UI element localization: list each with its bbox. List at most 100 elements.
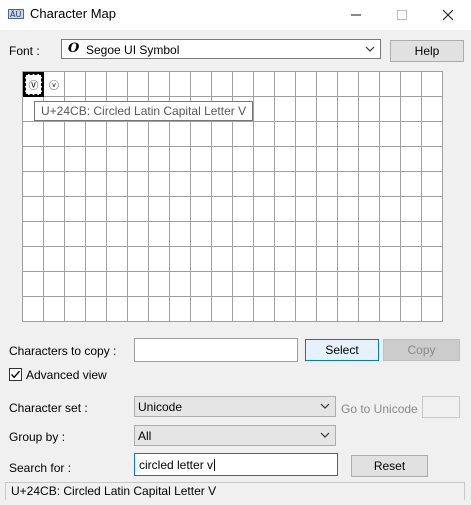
- character-cell[interactable]: [170, 247, 191, 272]
- character-cell[interactable]: [359, 172, 380, 197]
- character-cell[interactable]: [359, 272, 380, 297]
- character-cell[interactable]: [212, 147, 233, 172]
- search-input[interactable]: circled letter v: [134, 453, 338, 476]
- character-cell[interactable]: [44, 222, 65, 247]
- character-cell[interactable]: [170, 297, 191, 322]
- character-cell[interactable]: [23, 122, 44, 147]
- font-dropdown[interactable]: O Segoe UI Symbol: [61, 39, 381, 59]
- character-cell[interactable]: [128, 147, 149, 172]
- character-cell[interactable]: [65, 72, 86, 97]
- character-cell[interactable]: [422, 172, 443, 197]
- character-cell[interactable]: [107, 72, 128, 97]
- character-cell[interactable]: [212, 272, 233, 297]
- character-cell[interactable]: [212, 247, 233, 272]
- character-cell[interactable]: [86, 222, 107, 247]
- character-cell[interactable]: [86, 147, 107, 172]
- select-button[interactable]: Select: [305, 339, 379, 361]
- character-cell[interactable]: [233, 197, 254, 222]
- character-cell[interactable]: [317, 97, 338, 122]
- character-cell[interactable]: [128, 197, 149, 222]
- character-cell[interactable]: [401, 72, 422, 97]
- character-cell[interactable]: [359, 222, 380, 247]
- character-cell[interactable]: [359, 247, 380, 272]
- character-cell[interactable]: [191, 272, 212, 297]
- character-cell[interactable]: [296, 172, 317, 197]
- character-cell[interactable]: [338, 197, 359, 222]
- character-cell[interactable]: [401, 247, 422, 272]
- help-button[interactable]: Help: [390, 40, 464, 62]
- character-cell[interactable]: [149, 147, 170, 172]
- character-cell[interactable]: [149, 222, 170, 247]
- character-cell[interactable]: [128, 172, 149, 197]
- character-cell[interactable]: [338, 97, 359, 122]
- character-cell[interactable]: [107, 297, 128, 322]
- advanced-view-checkbox[interactable]: [9, 368, 22, 381]
- character-cell[interactable]: [422, 197, 443, 222]
- character-cell[interactable]: [233, 172, 254, 197]
- character-cell[interactable]: [275, 72, 296, 97]
- character-cell[interactable]: [422, 222, 443, 247]
- character-cell[interactable]: [422, 272, 443, 297]
- character-cell[interactable]: [317, 172, 338, 197]
- character-set-dropdown[interactable]: Unicode: [134, 396, 336, 417]
- character-cell[interactable]: [191, 72, 212, 97]
- character-cell[interactable]: [296, 247, 317, 272]
- character-cell[interactable]: [296, 72, 317, 97]
- character-cell[interactable]: [233, 122, 254, 147]
- character-cell[interactable]: [23, 197, 44, 222]
- character-cell[interactable]: [233, 222, 254, 247]
- character-cell[interactable]: [317, 197, 338, 222]
- character-cell[interactable]: [254, 122, 275, 147]
- character-cell[interactable]: [296, 97, 317, 122]
- character-cell[interactable]: [86, 297, 107, 322]
- character-cell[interactable]: [65, 147, 86, 172]
- character-cell[interactable]: [380, 122, 401, 147]
- character-cell[interactable]: [380, 272, 401, 297]
- character-cell[interactable]: [86, 172, 107, 197]
- character-cell[interactable]: [296, 197, 317, 222]
- character-cell[interactable]: [107, 122, 128, 147]
- character-cell[interactable]: [191, 172, 212, 197]
- character-cell[interactable]: [380, 297, 401, 322]
- character-cell[interactable]: [212, 297, 233, 322]
- character-cell[interactable]: Ⓥ: [23, 72, 44, 97]
- character-cell[interactable]: [149, 122, 170, 147]
- character-cell[interactable]: [86, 72, 107, 97]
- character-cell[interactable]: [65, 197, 86, 222]
- character-cell[interactable]: [233, 297, 254, 322]
- character-cell[interactable]: [380, 247, 401, 272]
- character-cell[interactable]: [275, 247, 296, 272]
- character-cell[interactable]: [128, 272, 149, 297]
- character-cell[interactable]: [128, 72, 149, 97]
- character-cell[interactable]: [338, 247, 359, 272]
- character-cell[interactable]: [23, 172, 44, 197]
- character-cell[interactable]: [23, 272, 44, 297]
- character-cell[interactable]: [296, 297, 317, 322]
- character-cell[interactable]: [338, 72, 359, 97]
- character-cell[interactable]: [23, 147, 44, 172]
- character-cell[interactable]: [359, 147, 380, 172]
- character-cell[interactable]: [296, 122, 317, 147]
- character-cell[interactable]: [254, 172, 275, 197]
- character-cell[interactable]: [86, 197, 107, 222]
- character-cell[interactable]: [359, 97, 380, 122]
- character-cell[interactable]: [191, 247, 212, 272]
- character-cell[interactable]: [380, 97, 401, 122]
- group-by-dropdown[interactable]: All: [134, 425, 336, 446]
- character-cell[interactable]: [212, 172, 233, 197]
- character-cell[interactable]: [296, 147, 317, 172]
- character-cell[interactable]: [359, 197, 380, 222]
- character-cell[interactable]: [401, 122, 422, 147]
- character-cell[interactable]: [170, 272, 191, 297]
- character-cell[interactable]: [65, 172, 86, 197]
- character-cell[interactable]: [44, 247, 65, 272]
- character-cell[interactable]: [128, 247, 149, 272]
- character-cell[interactable]: [65, 122, 86, 147]
- reset-button[interactable]: Reset: [351, 455, 428, 477]
- character-cell[interactable]: [128, 222, 149, 247]
- character-cell[interactable]: [422, 147, 443, 172]
- maximize-button[interactable]: [379, 0, 425, 30]
- character-cell[interactable]: [401, 297, 422, 322]
- character-cell[interactable]: [212, 72, 233, 97]
- go-to-unicode-input[interactable]: [422, 396, 460, 418]
